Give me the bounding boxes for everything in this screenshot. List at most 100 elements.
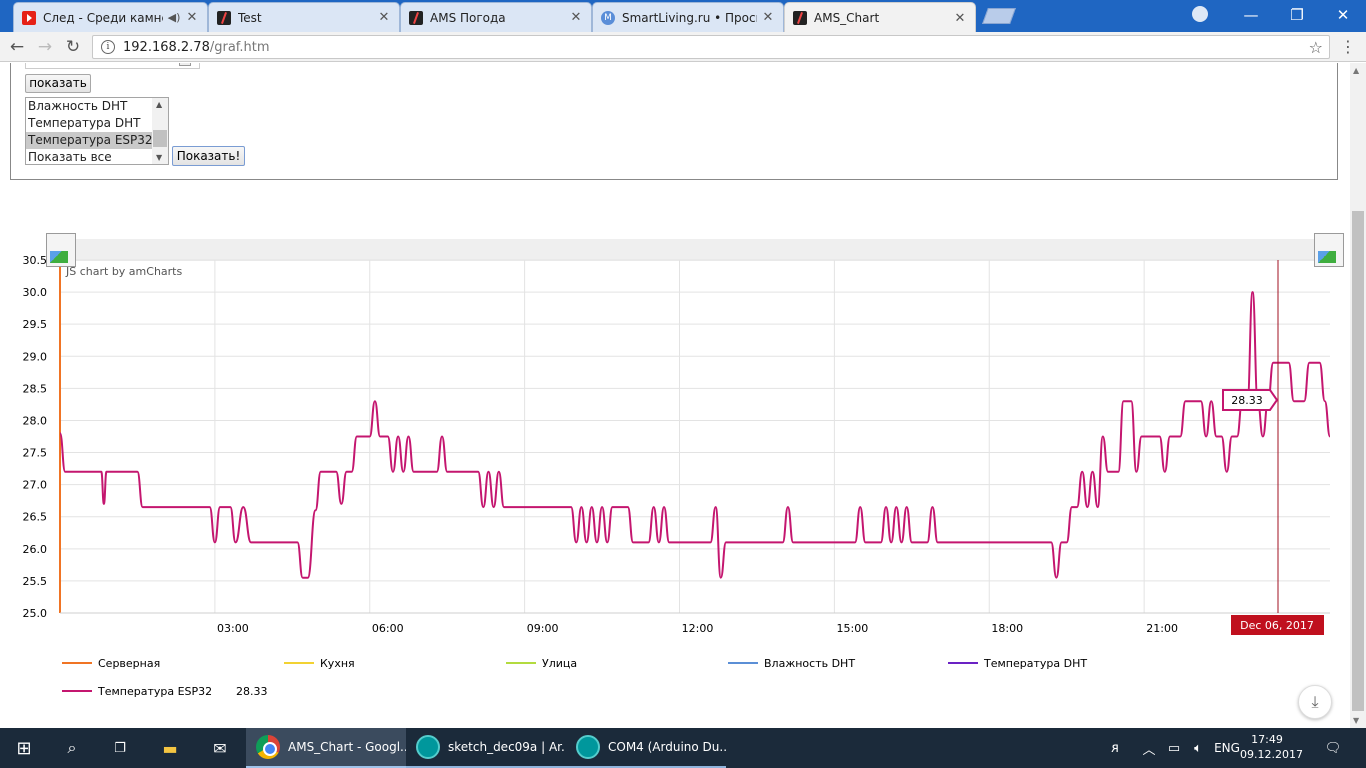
tab-title: AMS_Chart [814, 11, 880, 25]
chart-svg: 25.0 25.5 26.0 26.5 27.0 27.5 28.0 28.5 29.0 29.5… [23, 239, 1331, 698]
smartliving-icon: M [601, 10, 615, 25]
legend-label[interactable]: Серверная [98, 657, 160, 670]
bookmark-star-icon[interactable]: ☆ [1309, 38, 1323, 57]
browser-toolbar: ← → ↻ i 192.168.2.78 /graf.htm ☆ ⋮ [0, 32, 1366, 62]
legend-label[interactable]: Кухня [320, 657, 355, 670]
legend-label[interactable]: Температура DHT [983, 657, 1087, 670]
clock[interactable]: 17:49 09.12.2017 [1240, 732, 1303, 762]
speaker-icon[interactable]: ◀) [167, 11, 181, 24]
broken-image-icon [1314, 233, 1344, 267]
y-tick-label: 30.0 [23, 286, 48, 299]
tab-close-icon[interactable]: ✕ [185, 10, 199, 25]
tab-close-icon[interactable]: ✕ [569, 10, 583, 25]
taskbar-arduino-sketch[interactable]: sketch_dec09a | Ar... [406, 728, 566, 768]
windows-start-icon[interactable]: ⊞ [0, 728, 48, 768]
legend-label[interactable]: Улица [542, 657, 577, 670]
network-icon[interactable]: ▭ [1162, 728, 1186, 768]
y-tick-label: 30.5 [23, 254, 48, 267]
download-icon[interactable]: ⤓ [1298, 685, 1332, 719]
x-tick-label: 09:00 [527, 622, 559, 635]
y-tick-label: 25.5 [23, 575, 48, 588]
amcharts-credit[interactable]: JS chart by amCharts [65, 265, 182, 278]
address-bar[interactable]: i 192.168.2.78 /graf.htm ☆ [92, 35, 1330, 59]
scroll-down-icon[interactable]: ▼ [156, 153, 162, 162]
x-tick-label: 06:00 [372, 622, 404, 635]
listbox-scrollbar[interactable]: ▲ ▼ [152, 98, 168, 164]
value-balloon-label: 28.33 [1231, 394, 1263, 407]
y-tick-label: 25.0 [23, 607, 48, 620]
y-tick-label: 26.5 [23, 511, 48, 524]
menu-icon[interactable]: ⋮ [1340, 37, 1356, 56]
page-content: показать Влажность DHT Температура DHT Т… [0, 63, 1350, 728]
dropdown-icon[interactable] [179, 63, 191, 66]
forward-icon[interactable]: → [34, 36, 56, 58]
taskbar-arduino-com[interactable]: COM4 (Arduino Du... [566, 728, 726, 768]
tab-close-icon[interactable]: ✕ [761, 10, 775, 25]
x-tick-label: 12:00 [682, 622, 714, 635]
ams-icon [409, 10, 423, 25]
search-icon[interactable]: ⌕ [48, 728, 96, 768]
y-tick-label: 27.0 [23, 479, 48, 492]
taskbar: ⊞ ⌕ ❐ ▬ ✉ AMS_Chart - Googl... sketch_de… [0, 728, 1366, 768]
chart-scrollbar[interactable] [60, 239, 1330, 261]
language-indicator[interactable]: ENG [1212, 728, 1242, 768]
task-view-icon[interactable]: ❐ [96, 728, 144, 768]
screen: След - Среди камней ◀) ✕ Test ✕ AMS Пого… [0, 0, 1366, 768]
y-tick-label: 29.0 [23, 350, 48, 363]
list-option[interactable]: Показать все [26, 149, 152, 164]
legend-label[interactable]: Влажность DHT [764, 657, 855, 670]
y-tick-label: 28.0 [23, 414, 48, 427]
scroll-up-icon[interactable]: ▲ [156, 100, 162, 109]
list-option-selected[interactable]: Температура ESP32 [26, 132, 153, 149]
list-option[interactable]: Температура DHT [26, 115, 152, 132]
y-tick-label: 27.5 [23, 447, 48, 460]
legend-label[interactable]: Температура ESP32 [97, 685, 212, 698]
y-tick-label: 29.5 [23, 318, 48, 331]
ams-icon [217, 10, 231, 25]
tab-youtube[interactable]: След - Среди камней ◀) ✕ [13, 2, 208, 32]
y-tick-label: 28.5 [23, 382, 48, 395]
show-button[interactable]: показать [25, 74, 91, 93]
reload-icon[interactable]: ↻ [62, 36, 84, 58]
x-tick-label: 03:00 [217, 622, 249, 635]
tab-title: След - Среди камней [43, 10, 163, 25]
scroll-up-icon[interactable]: ▲ [1353, 66, 1359, 75]
tab-test[interactable]: Test ✕ [208, 2, 400, 32]
tab-title: Test [238, 10, 262, 25]
date-field[interactable] [25, 63, 200, 69]
tab-title: AMS Погода [430, 10, 506, 25]
series-line-esp32[interactable] [59, 291, 1331, 579]
x-tick-label: 15:00 [837, 622, 869, 635]
scroll-thumb[interactable] [1352, 211, 1364, 711]
list-option[interactable]: Влажность DHT [26, 98, 152, 115]
file-explorer-icon[interactable]: ▬ [146, 728, 194, 768]
new-tab-button[interactable] [982, 8, 1016, 24]
legend-value: 28.33 [236, 685, 268, 698]
minimize-icon[interactable]: — [1228, 0, 1274, 30]
tray-expand-icon[interactable]: ︿ [1138, 728, 1160, 768]
tab-close-icon[interactable]: ✕ [377, 10, 391, 25]
back-icon[interactable]: ← [6, 36, 28, 58]
tab-ams-weather[interactable]: AMS Погода ✕ [400, 2, 592, 32]
mail-icon[interactable]: ✉ [196, 728, 244, 768]
page-scrollbar[interactable]: ▲ ▼ [1350, 63, 1366, 728]
tab-ams-chart[interactable]: AMS_Chart ✕ [784, 2, 976, 33]
y-tick-label: 26.0 [23, 543, 48, 556]
tab-smartliving[interactable]: M SmartLiving.ru • Просмо ✕ [592, 2, 784, 32]
sensor-listbox[interactable]: Влажность DHT Температура DHT Температур… [25, 97, 169, 165]
scroll-down-icon[interactable]: ▼ [1353, 716, 1359, 725]
chrome-icon [256, 735, 280, 759]
taskbar-chrome[interactable]: AMS_Chart - Googl... [246, 728, 406, 768]
cursor-date-label: Dec 06, 2017 [1240, 619, 1314, 632]
profile-icon[interactable] [1192, 6, 1208, 22]
volume-icon[interactable]: 🔈︎ [1186, 728, 1210, 768]
info-icon[interactable]: i [101, 40, 115, 54]
submit-button[interactable]: Показать! [172, 146, 245, 166]
tab-close-icon[interactable]: ✕ [953, 11, 967, 26]
notifications-icon[interactable]: 🗨︎ [1318, 728, 1348, 768]
people-icon[interactable]: ᴙ [1102, 728, 1128, 768]
restore-icon[interactable]: ❐ [1274, 0, 1320, 30]
scroll-thumb[interactable] [153, 130, 167, 147]
ams-icon [793, 11, 807, 25]
close-window-icon[interactable]: ✕ [1320, 0, 1366, 30]
